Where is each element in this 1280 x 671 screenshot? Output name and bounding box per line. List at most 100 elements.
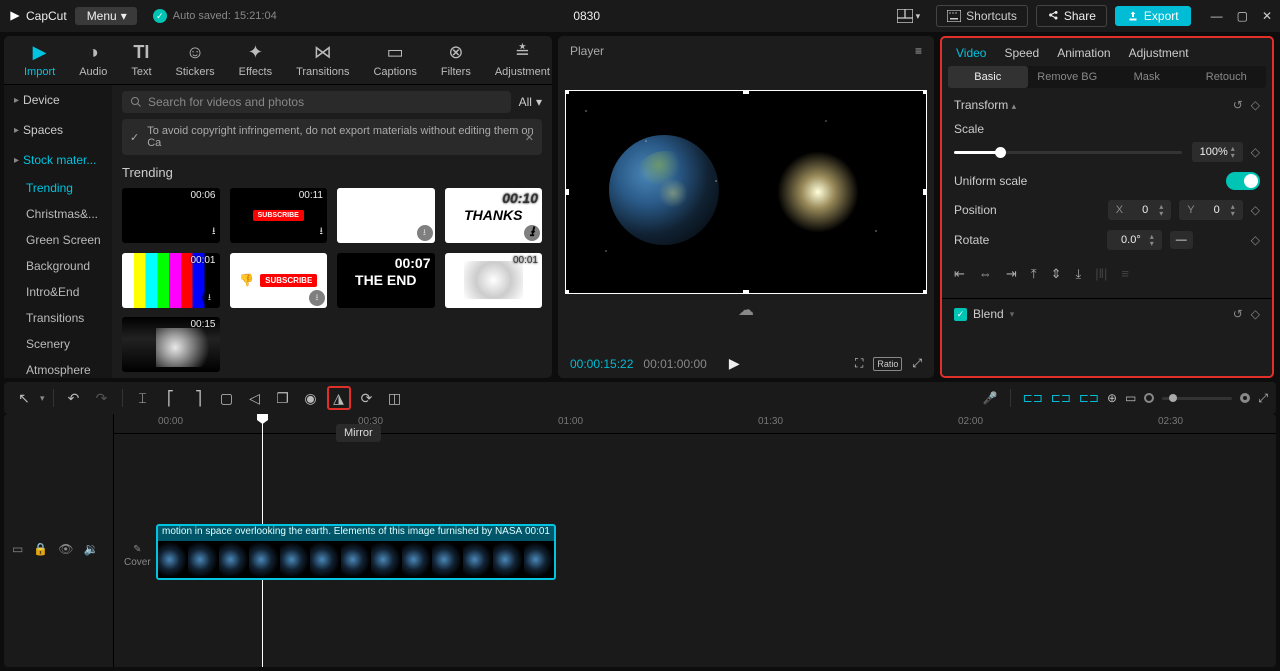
crop-left-icon[interactable]: ◁	[243, 386, 267, 410]
maximize-icon[interactable]: ▢	[1237, 9, 1248, 23]
download-icon[interactable]: ⭳	[417, 225, 433, 241]
download-icon[interactable]: ⭳	[202, 290, 218, 306]
play-button[interactable]: ▶	[729, 355, 740, 372]
sidenav-introend[interactable]: Intro&End	[4, 279, 112, 305]
subtab-retouch[interactable]: Retouch	[1187, 66, 1267, 88]
fullscreen-icon[interactable]: ⤢	[912, 356, 922, 371]
track-mute-icon[interactable]: 🔉	[84, 542, 99, 556]
download-icon[interactable]: ⭳	[212, 224, 216, 241]
subtab-removebg[interactable]: Remove BG	[1028, 66, 1108, 88]
track-visibility-icon[interactable]: 👁	[58, 542, 73, 556]
track-lock-icon[interactable]: 🔒	[33, 542, 48, 556]
media-thumb[interactable]: THE END00:07	[337, 253, 435, 308]
zoom-out-icon[interactable]	[1144, 393, 1154, 403]
align-left-icon[interactable]: ⇤	[954, 266, 965, 282]
rotate-input[interactable]: 0.0°▴▾	[1107, 230, 1162, 250]
magnet-link-icon[interactable]: ⊏⊐	[1079, 391, 1099, 405]
keyframe-icon[interactable]: ◇	[1251, 98, 1260, 112]
sidenav-atmosphere[interactable]: Atmosphere	[4, 357, 112, 383]
sidenav-spaces[interactable]: Spaces	[4, 115, 112, 145]
delete-left-button[interactable]: ⎡	[159, 386, 183, 410]
align-vcenter-icon[interactable]: ⇕	[1051, 266, 1062, 282]
ratio-button[interactable]: Ratio	[873, 357, 902, 371]
delete-right-button[interactable]: ⎤	[187, 386, 211, 410]
topnav-import[interactable]: ▶Import	[12, 36, 67, 84]
scale-fit-icon[interactable]: ⛶	[855, 356, 863, 371]
layout-preset-button[interactable]: ▾	[897, 9, 921, 23]
download-icon[interactable]: ⭳	[320, 224, 324, 241]
timeline-ruler[interactable]: 00:00 00:30 01:00 01:30 02:00 02:30	[114, 414, 1276, 434]
zoom-fit-icon[interactable]: ⤢	[1258, 391, 1268, 406]
media-thumb[interactable]: SUBSCRIBE00:11⭳	[230, 188, 328, 243]
close-notice-icon[interactable]: ✕	[525, 131, 534, 144]
blend-checkbox[interactable]: ✓	[954, 308, 967, 321]
media-thumb[interactable]: ⭳	[337, 188, 435, 243]
timeline-clip[interactable]: motion in space overlooking the earth. E…	[156, 524, 556, 580]
media-thumb[interactable]: 00:01	[445, 253, 543, 308]
tab-animation[interactable]: Animation	[1057, 46, 1110, 60]
stepper-icon[interactable]: ▴▾	[1231, 203, 1235, 217]
collapse-icon[interactable]: ▴	[1012, 101, 1017, 111]
tab-speed[interactable]: Speed	[1004, 46, 1039, 60]
vr-icon[interactable]: ☁	[565, 300, 927, 320]
expand-icon[interactable]: ▾	[1010, 309, 1015, 320]
align-hcenter-icon[interactable]: ⇔	[979, 266, 992, 282]
align-bottom-icon[interactable]: ⤓	[1075, 266, 1081, 282]
topnav-captions[interactable]: ▭Captions	[361, 36, 428, 84]
keyframe-icon[interactable]: ◇	[1251, 307, 1260, 321]
position-y-input[interactable]: Y0▴▾	[1179, 200, 1242, 220]
keyframe-icon[interactable]: ◇	[1251, 145, 1260, 159]
preview-cut-icon[interactable]: ⊕	[1107, 391, 1117, 405]
align-right-icon[interactable]: ⇥	[1006, 266, 1017, 282]
tab-video[interactable]: Video	[956, 46, 986, 60]
export-button[interactable]: Export	[1115, 6, 1191, 26]
reset-icon[interactable]: ↺	[1233, 307, 1243, 321]
split-button[interactable]: ⌶	[131, 386, 155, 410]
topnav-transitions[interactable]: ⋈Transitions	[284, 36, 361, 84]
media-thumb[interactable]: 00:15	[122, 317, 220, 372]
undo-button[interactable]: ↶	[62, 386, 86, 410]
search-input[interactable]: Search for videos and photos	[122, 91, 511, 113]
topnav-stickers[interactable]: ☺Stickers	[164, 36, 227, 84]
filter-all-button[interactable]: All ▾	[519, 95, 542, 109]
topnav-audio[interactable]: ◑Audio	[67, 36, 119, 84]
topnav-filters[interactable]: ⊗Filters	[429, 36, 483, 84]
scale-slider[interactable]	[954, 151, 1182, 154]
pointer-tool[interactable]: ↖	[12, 386, 36, 410]
media-thumb[interactable]: 00:01⭳	[122, 253, 220, 308]
player-canvas[interactable]	[565, 90, 927, 294]
download-icon[interactable]: ⭳	[309, 290, 325, 306]
zoom-slider[interactable]	[1162, 397, 1232, 400]
subtab-mask[interactable]: Mask	[1107, 66, 1187, 88]
sidenav-stock[interactable]: Stock mater...	[4, 145, 112, 175]
uniform-scale-toggle[interactable]	[1226, 172, 1260, 190]
topnav-adjustment[interactable]: ≛Adjustment	[483, 36, 562, 84]
position-x-input[interactable]: X0▴▾	[1108, 200, 1171, 220]
menu-button[interactable]: Menu ▾	[75, 7, 137, 25]
sidenav-background[interactable]: Background	[4, 253, 112, 279]
keyframe-icon[interactable]: ◇	[1251, 203, 1260, 217]
mirror-button[interactable]: ◮	[327, 386, 351, 410]
close-icon[interactable]: ✕	[1262, 9, 1272, 23]
sidenav-trending[interactable]: Trending	[4, 175, 112, 201]
rotate-button[interactable]: ⟳	[355, 386, 379, 410]
copy-button[interactable]: ❐	[271, 386, 295, 410]
sidenav-christmas[interactable]: Christmas&...	[4, 201, 112, 227]
keyframe-icon[interactable]: ◇	[1251, 233, 1260, 247]
stepper-icon[interactable]: ▴▾	[1150, 233, 1154, 247]
download-icon[interactable]: ⭳	[524, 225, 540, 241]
rotate-reset[interactable]: —	[1170, 231, 1193, 249]
zoom-in-icon[interactable]	[1240, 393, 1250, 403]
media-thumb[interactable]: THANKS00:10⭳	[445, 188, 543, 243]
share-button[interactable]: Share	[1036, 5, 1107, 27]
align-top-icon[interactable]: ⤒	[1031, 266, 1037, 282]
media-thumb[interactable]: 👎SUBSCRIBE⭳	[230, 253, 328, 308]
subtab-basic[interactable]: Basic	[948, 66, 1028, 88]
stepper-icon[interactable]: ▴▾	[1231, 145, 1235, 159]
shortcuts-button[interactable]: Shortcuts	[936, 5, 1028, 27]
crop-button[interactable]: ◫	[383, 386, 407, 410]
media-thumb[interactable]: 00:06⭳	[122, 188, 220, 243]
reverse-button[interactable]: ◉	[299, 386, 323, 410]
topnav-effects[interactable]: ✦Effects	[227, 36, 284, 84]
topnav-text[interactable]: TIText	[119, 36, 163, 84]
